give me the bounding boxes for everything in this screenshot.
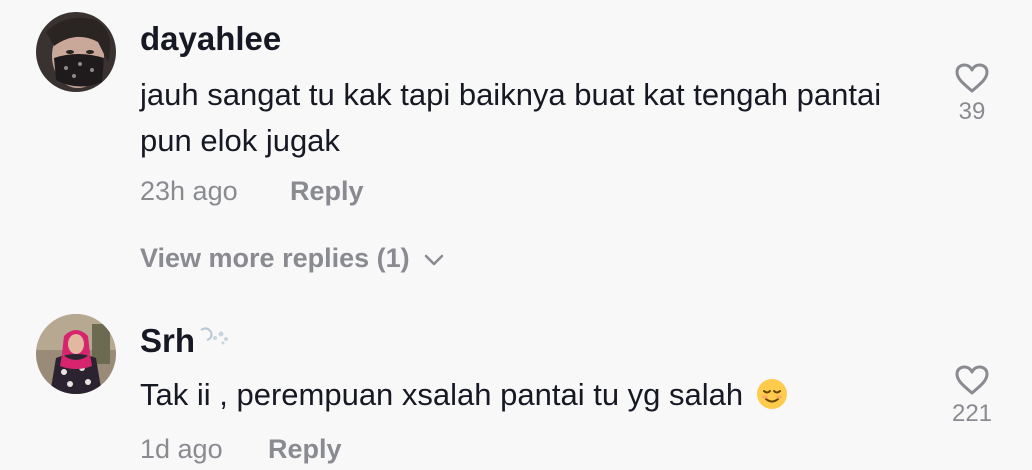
comment-text: jauh sangat tu kak tapi baiknya buat kat…	[140, 77, 882, 158]
like-button[interactable]: 221	[937, 364, 1007, 428]
like-button[interactable]: 39	[937, 62, 1007, 126]
avatar[interactable]	[36, 314, 116, 394]
username[interactable]: dayahlee	[140, 20, 281, 58]
reply-button[interactable]: Reply	[290, 176, 364, 207]
heart-icon	[955, 63, 989, 93]
comment-timestamp: 23h ago	[140, 176, 238, 206]
user-avatar-image	[36, 314, 116, 394]
relieved-face-icon	[756, 379, 787, 409]
comment-text-content: Tak ii , perempuan xsalah pantai tu yg s…	[140, 377, 744, 412]
avatar[interactable]	[36, 12, 116, 92]
like-count: 39	[958, 98, 986, 125]
username[interactable]: Srh	[140, 322, 233, 360]
reply-button[interactable]: Reply	[268, 434, 342, 465]
like-count: 221	[951, 400, 993, 427]
comment-text: Tak ii , perempuan xsalah pantai tu yg s…	[140, 372, 920, 418]
user-avatar-image	[36, 12, 116, 92]
view-more-replies-label: View more replies (1)	[140, 243, 410, 273]
comment-timestamp: 1d ago	[140, 434, 223, 464]
wind-face-icon	[200, 327, 229, 345]
chevron-down-icon	[424, 254, 443, 266]
username-text: Srh	[140, 322, 196, 359]
view-more-replies-button[interactable]: View more replies (1)	[140, 243, 444, 274]
heart-icon	[955, 365, 989, 395]
